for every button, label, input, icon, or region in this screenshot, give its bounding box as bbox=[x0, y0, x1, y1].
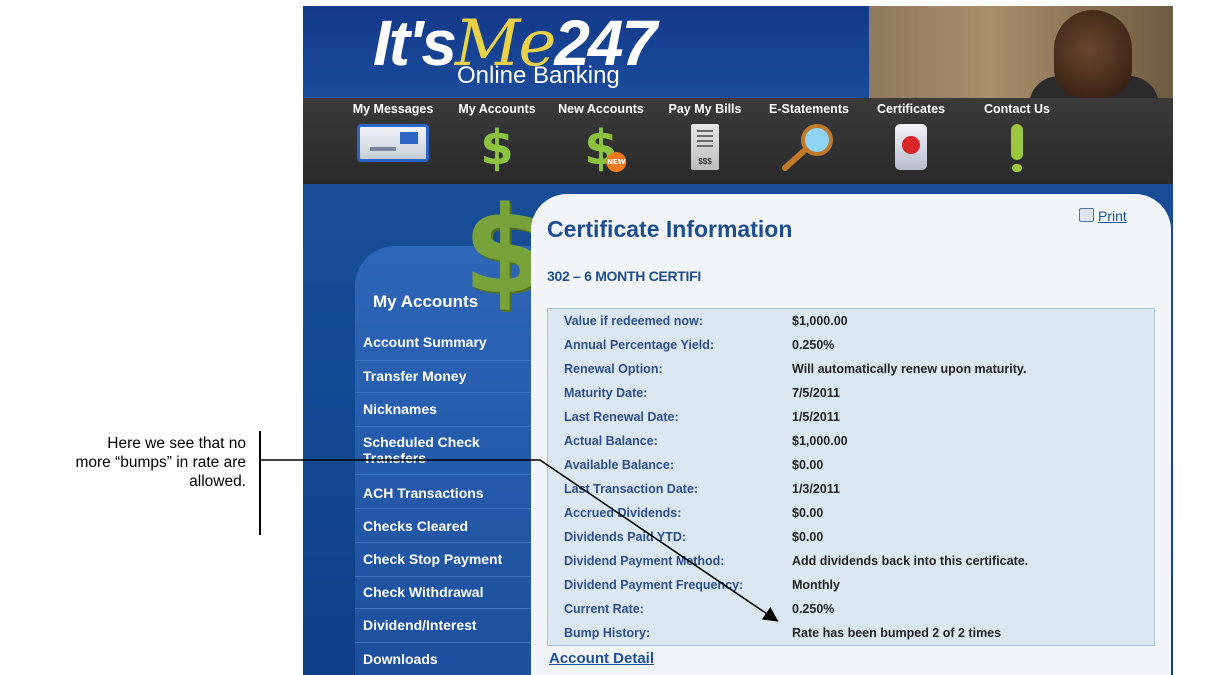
nav-new-accounts[interactable]: New Accounts $ NEW bbox=[551, 98, 651, 184]
certificate-panel: Print Certificate Information 302 – 6 MO… bbox=[531, 194, 1171, 675]
detail-row: Last Renewal Date: 1/5/2011 bbox=[564, 410, 840, 424]
site-header: It'sMe247 Online Banking bbox=[303, 6, 1173, 106]
exclamation-icon bbox=[1011, 124, 1023, 172]
sidebar-item-transfer-money[interactable]: Transfer Money bbox=[363, 368, 525, 384]
detail-row: Bump History: Rate has been bumped 2 of 2… bbox=[564, 626, 1002, 640]
detail-row: Dividends Paid YTD: $0.00 bbox=[564, 530, 824, 544]
envelope-icon bbox=[357, 124, 429, 162]
printer-icon bbox=[1079, 208, 1094, 222]
certificate-icon bbox=[895, 124, 927, 170]
callout-line-2: more “bumps” in rate are bbox=[75, 454, 246, 471]
sidebar-item-check-withdrawal[interactable]: Check Withdrawal bbox=[363, 584, 525, 600]
nav-certificates[interactable]: Certificates bbox=[869, 98, 953, 184]
magnifier-icon bbox=[782, 124, 833, 171]
page-title: Certificate Information bbox=[547, 216, 793, 242]
header-photo bbox=[869, 6, 1173, 106]
detail-row: Dividend Payment Frequency: Monthly bbox=[564, 578, 840, 592]
callout-line-1: Here we see that no bbox=[107, 435, 246, 452]
dollar-icon: $ bbox=[480, 120, 514, 176]
detail-row: Annual Percentage Yield: 0.250% bbox=[564, 338, 835, 352]
nav-e-statements[interactable]: E-Statements bbox=[759, 98, 859, 184]
sidebar-item-ach-transactions[interactable]: ACH Transactions bbox=[363, 485, 525, 501]
sidebar-item-checks-cleared[interactable]: Checks Cleared bbox=[363, 518, 525, 534]
detail-row: Available Balance: $0.00 bbox=[564, 458, 824, 472]
bill-icon: $$$ bbox=[691, 124, 719, 170]
certificate-details-table: Value if redeemed now: $1,000.00 Annual P… bbox=[547, 308, 1155, 646]
dollar-new-icon: $ NEW bbox=[584, 120, 627, 176]
detail-row: Current Rate: 0.250% bbox=[564, 602, 835, 616]
sidebar-item-scheduled-check-transfers[interactable]: Scheduled Check Transfers bbox=[363, 434, 525, 466]
sidebar-item-dividend-interest[interactable]: Dividend/Interest bbox=[363, 617, 525, 633]
detail-row: Last Transaction Date: 1/3/2011 bbox=[564, 482, 840, 496]
detail-row: Dividend Payment Method: Add dividends ba… bbox=[564, 554, 1029, 568]
sidebar-item-nicknames[interactable]: Nicknames bbox=[363, 401, 525, 417]
nav-my-accounts[interactable]: My Accounts $ bbox=[451, 98, 543, 184]
nav-contact-us[interactable]: Contact Us bbox=[973, 98, 1061, 184]
callout-bracket bbox=[259, 431, 261, 535]
print-link[interactable]: Print bbox=[1079, 208, 1127, 224]
detail-row: Accrued Dividends: $0.00 bbox=[564, 506, 824, 520]
detail-row: Actual Balance: $1,000.00 bbox=[564, 434, 848, 448]
nav-my-messages[interactable]: My Messages bbox=[343, 98, 443, 184]
detail-row: Renewal Option: Will automatically renew … bbox=[564, 362, 1027, 376]
sidebar-item-check-stop-payment[interactable]: Check Stop Payment bbox=[363, 551, 525, 567]
detail-row: Maturity Date: 7/5/2011 bbox=[564, 386, 840, 400]
account-detail-link[interactable]: Account Detail bbox=[549, 650, 654, 667]
detail-row: Value if redeemed now: $1,000.00 bbox=[564, 314, 848, 328]
callout-text: Here we see that no more “bumps” in rate… bbox=[0, 434, 246, 491]
banking-window: It'sMe247 Online Banking My Messages My … bbox=[303, 6, 1173, 675]
sidebar-item-downloads[interactable]: Downloads bbox=[363, 651, 525, 667]
nav-pay-my-bills[interactable]: Pay My Bills $$$ bbox=[659, 98, 751, 184]
logo-subtitle: Online Banking bbox=[457, 62, 620, 89]
account-name: 302 – 6 MONTH CERTIFI bbox=[547, 268, 701, 284]
brand-logo: It'sMe247 Online Banking bbox=[373, 7, 657, 89]
sidebar-item-account-summary[interactable]: Account Summary bbox=[363, 334, 525, 350]
main-nav: My Messages My Accounts $ New Accounts $… bbox=[303, 98, 1173, 184]
callout-line-3: allowed. bbox=[189, 473, 246, 490]
